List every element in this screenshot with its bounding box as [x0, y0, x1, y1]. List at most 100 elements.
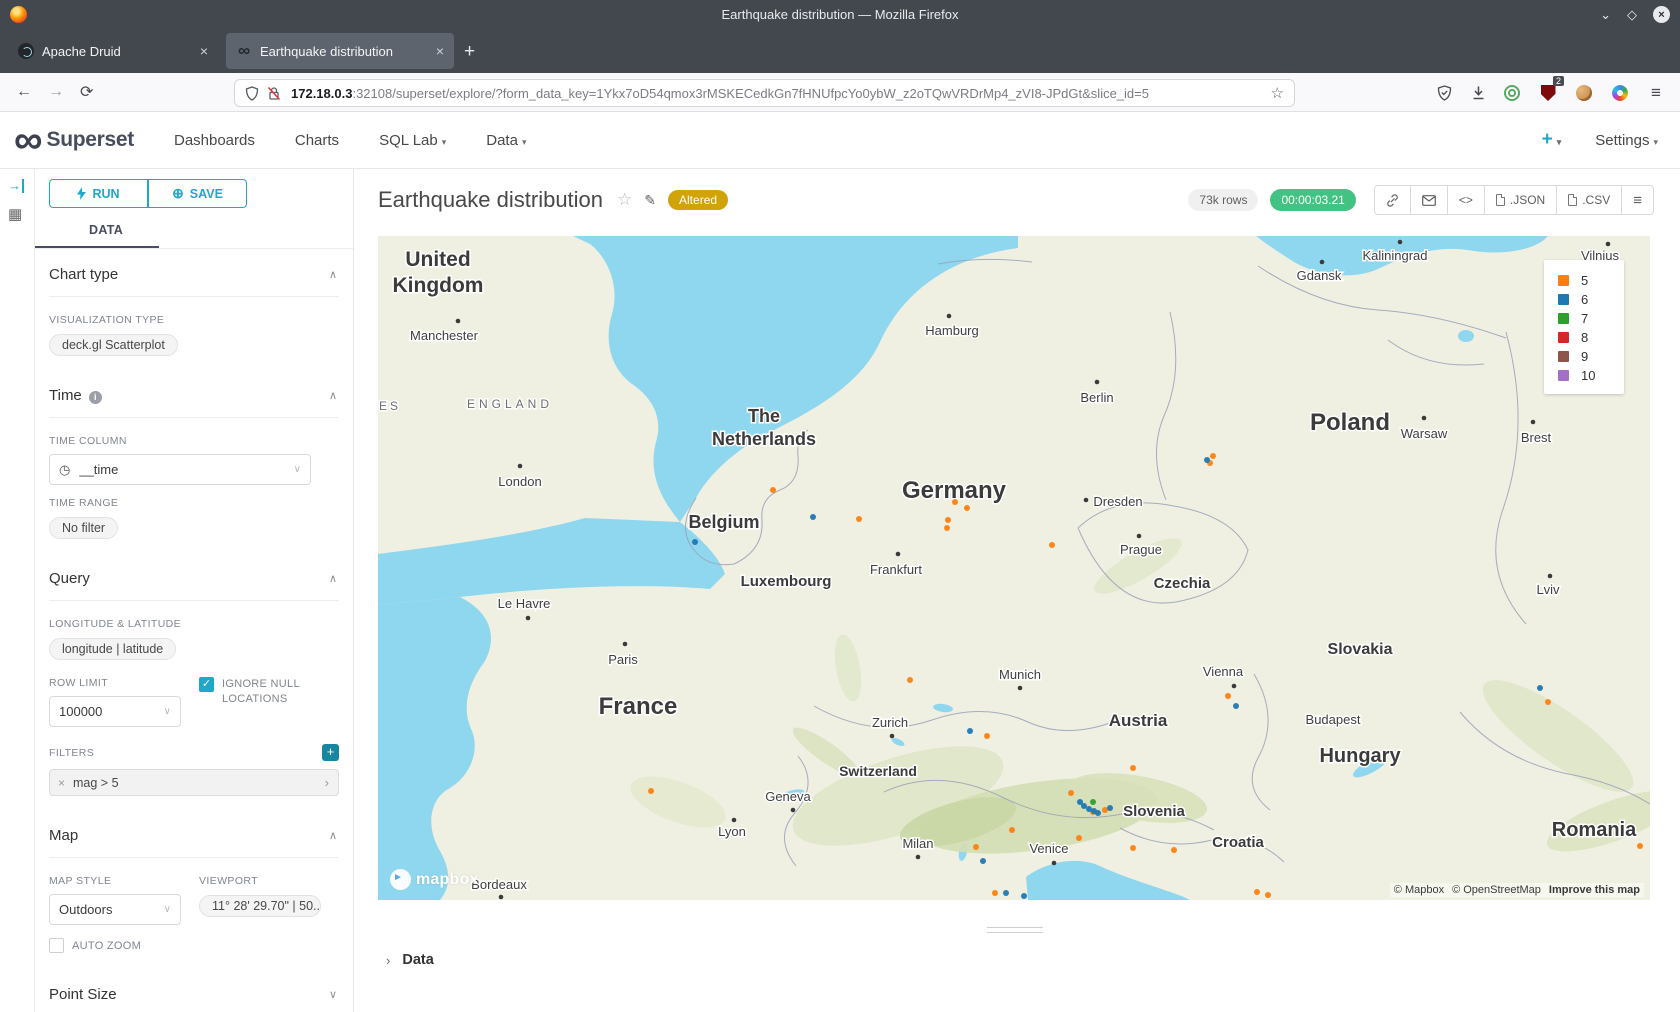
add-new-button[interactable]: +▾	[1542, 129, 1562, 151]
city-label: Lyon	[718, 824, 746, 839]
superset-brand[interactable]: ∞ Superset	[14, 125, 134, 155]
tracking-shield-icon[interactable]	[245, 86, 259, 101]
attr-mapbox[interactable]: © Mapbox	[1394, 884, 1444, 896]
back-button[interactable]: ←	[16, 83, 32, 101]
pocket-shield-icon[interactable]	[1434, 83, 1454, 103]
copy-link-button[interactable]	[1375, 186, 1411, 214]
scatter-point	[1095, 810, 1101, 816]
city-label: Milan	[902, 836, 933, 851]
section-chart-type[interactable]: Chart type∧	[49, 249, 339, 297]
city-label: Dresden	[1093, 494, 1142, 509]
auto-zoom-checkbox[interactable]	[49, 938, 64, 953]
legend-label: 9	[1581, 349, 1588, 364]
scatter-point	[1009, 827, 1015, 833]
city-dot	[456, 319, 461, 324]
legend-label: 6	[1581, 292, 1588, 307]
nav-item-sql-lab[interactable]: SQL Lab▾	[379, 132, 446, 149]
add-filter-button[interactable]: +	[322, 744, 339, 761]
export-csv-button[interactable]: .CSV	[1557, 186, 1622, 214]
lonlat-pill[interactable]: longitude | latitude	[49, 638, 176, 660]
embed-code-button[interactable]: <>	[1448, 186, 1485, 214]
chevron-right-icon[interactable]: ›	[316, 775, 338, 790]
remove-filter-icon[interactable]: ×	[50, 776, 73, 790]
country-label: ENGLAND	[467, 397, 553, 411]
scatter-point	[1068, 790, 1074, 796]
druid-favicon-icon	[18, 43, 34, 59]
privacy-badger-icon[interactable]	[1502, 83, 1522, 103]
edit-properties-icon[interactable]: ✎	[644, 192, 656, 209]
tab-data[interactable]: DATA	[35, 223, 339, 237]
tab-apache-druid[interactable]: Apache Druid ×	[8, 33, 218, 69]
url-toolbar: ← → ⟳ 172.18.0.3:32108/superset/explore/…	[0, 73, 1680, 112]
section-map[interactable]: Map∧	[49, 810, 339, 858]
save-button[interactable]: ⊕ SAVE	[148, 179, 247, 208]
filter-value: mag > 5	[73, 776, 119, 790]
chevron-down-icon: ∨	[294, 464, 301, 475]
section-query[interactable]: Query∧	[49, 553, 339, 601]
window-close-icon[interactable]: ×	[1653, 6, 1670, 23]
nav-item-charts[interactable]: Charts	[295, 132, 339, 149]
run-button[interactable]: RUN	[49, 179, 148, 208]
forward-button[interactable]: →	[48, 83, 64, 101]
scatter-point	[1171, 847, 1177, 853]
time-range-pill[interactable]: No filter	[49, 517, 118, 539]
rows-count-badge: 73k rows	[1188, 189, 1258, 211]
window-minimize-icon[interactable]: ⌄	[1600, 7, 1611, 23]
time-column-select[interactable]: ◷ __time ∨	[49, 454, 311, 485]
city-dot	[1422, 416, 1427, 421]
chart-menu-button[interactable]: ≡	[1622, 186, 1653, 214]
reload-button[interactable]: ⟳	[80, 82, 93, 102]
ignore-null-checkbox[interactable]: ✓	[199, 677, 214, 692]
new-tab-button[interactable]: +	[464, 41, 475, 63]
query-timer-badge: 00:00:03.21	[1270, 189, 1355, 211]
tab-close-icon[interactable]: ×	[436, 43, 444, 59]
expand-datasource-icon[interactable]: →	[8, 179, 24, 193]
mapbox-logo[interactable]: mapbox	[390, 869, 479, 890]
country-label: Austria	[1109, 711, 1168, 730]
map-legend: 5678910	[1544, 260, 1624, 394]
viz-type-pill[interactable]: deck.gl Scatterplot	[49, 334, 178, 356]
settings-menu[interactable]: Settings▾	[1595, 132, 1658, 149]
attr-osm[interactable]: © OpenStreetMap	[1452, 884, 1541, 896]
datasource-grid-icon[interactable]: ▦	[8, 205, 22, 223]
city-label: Bordeaux	[471, 877, 527, 892]
chevron-up-icon: ∧	[329, 389, 337, 402]
scatter-point	[692, 539, 698, 545]
filter-item[interactable]: × mag > 5 ›	[49, 769, 339, 796]
scatter-point	[952, 499, 958, 505]
scatter-point	[992, 890, 998, 896]
deckgl-map[interactable]: UnitedKingdomENGLANDESTheNetherlandsBelg…	[378, 236, 1650, 900]
address-bar[interactable]: 172.18.0.3:32108/superset/explore/?form_…	[234, 79, 1295, 107]
nav-item-dashboards[interactable]: Dashboards	[174, 132, 255, 149]
panel-resize-handle[interactable]	[987, 927, 1043, 937]
row-limit-select[interactable]: 100000 ∨	[49, 696, 181, 727]
insecure-lock-icon[interactable]	[267, 86, 281, 101]
extension-icon[interactable]	[1610, 83, 1630, 103]
legend-swatch	[1558, 294, 1569, 305]
window-maximize-icon[interactable]: ◇	[1627, 7, 1637, 23]
favorite-star-icon[interactable]: ☆	[617, 190, 632, 210]
city-label: Venice	[1029, 841, 1068, 856]
city-dot	[916, 855, 921, 860]
export-json-button[interactable]: .JSON	[1485, 186, 1557, 214]
ublock-icon[interactable]: 2	[1538, 83, 1558, 103]
cookie-extension-icon[interactable]	[1574, 83, 1594, 103]
tab-title: Earthquake distribution	[260, 44, 428, 59]
tab-close-icon[interactable]: ×	[200, 43, 208, 59]
viewport-pill[interactable]: 11° 28' 29.70" | 50...	[199, 895, 321, 917]
tab-title: Apache Druid	[42, 44, 192, 59]
legend-label: 8	[1581, 330, 1588, 345]
nav-item-data[interactable]: Data▾	[486, 132, 526, 149]
tab-earthquake-distribution[interactable]: ∞ Earthquake distribution ×	[226, 33, 454, 69]
superset-wordmark: Superset	[47, 128, 134, 152]
firefox-menu-icon[interactable]: ≡	[1646, 83, 1666, 103]
section-time[interactable]: Timei ∧	[49, 370, 339, 418]
bookmark-star-icon[interactable]: ☆	[1271, 84, 1284, 102]
city-dot	[1548, 574, 1553, 579]
attr-improve-link[interactable]: Improve this map	[1549, 884, 1640, 896]
downloads-icon[interactable]	[1468, 83, 1488, 103]
section-point-size[interactable]: Point Size∨	[49, 969, 339, 1012]
data-panel-toggle[interactable]: › Data	[386, 952, 434, 968]
email-button[interactable]	[1411, 186, 1448, 214]
map-style-select[interactable]: Outdoors ∨	[49, 894, 181, 925]
